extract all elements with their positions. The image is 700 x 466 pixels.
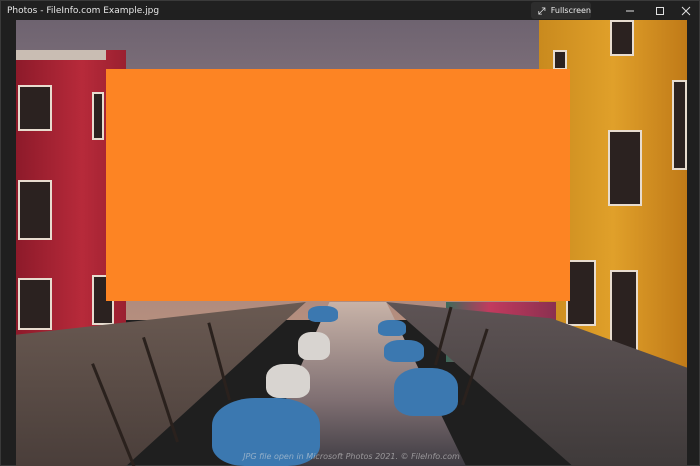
- photo-window: [672, 80, 687, 170]
- photo-boat: [298, 332, 330, 360]
- photo-window: [553, 50, 567, 70]
- fullscreen-button[interactable]: Fullscreen: [531, 2, 591, 19]
- minimize-icon: [626, 10, 634, 11]
- photo-canvas[interactable]: JPG file open in Microsoft Photos 2021. …: [16, 20, 687, 466]
- photo-boat: [308, 306, 338, 322]
- close-button[interactable]: [671, 1, 700, 20]
- photo-boat: [378, 320, 406, 336]
- photos-window: Photos - FileInfo.com Example.jpg Fullsc…: [0, 0, 700, 466]
- window-title: Photos - FileInfo.com Example.jpg: [7, 5, 160, 16]
- photo-window: [18, 180, 52, 240]
- photo-window: [18, 278, 52, 330]
- photo-shop-window: [566, 260, 596, 326]
- orange-overlay-block: [106, 69, 570, 301]
- photo-roof-trim: [16, 50, 106, 60]
- title-bar: Photos - FileInfo.com Example.jpg Fullsc…: [1, 1, 699, 20]
- close-icon: [681, 6, 691, 15]
- maximize-icon: [656, 6, 664, 15]
- photo-window: [92, 92, 104, 140]
- photo-window: [18, 85, 52, 131]
- expand-icon: [538, 7, 546, 14]
- photo-boat: [266, 364, 310, 398]
- photo-window: [610, 20, 634, 56]
- photo-boat: [394, 368, 458, 416]
- fullscreen-label: Fullscreen: [550, 6, 591, 15]
- photo-window: [608, 130, 642, 206]
- photo-caption: JPG file open in Microsoft Photos 2021. …: [243, 452, 460, 461]
- photo-boat: [384, 340, 424, 362]
- minimize-button[interactable]: [615, 1, 645, 20]
